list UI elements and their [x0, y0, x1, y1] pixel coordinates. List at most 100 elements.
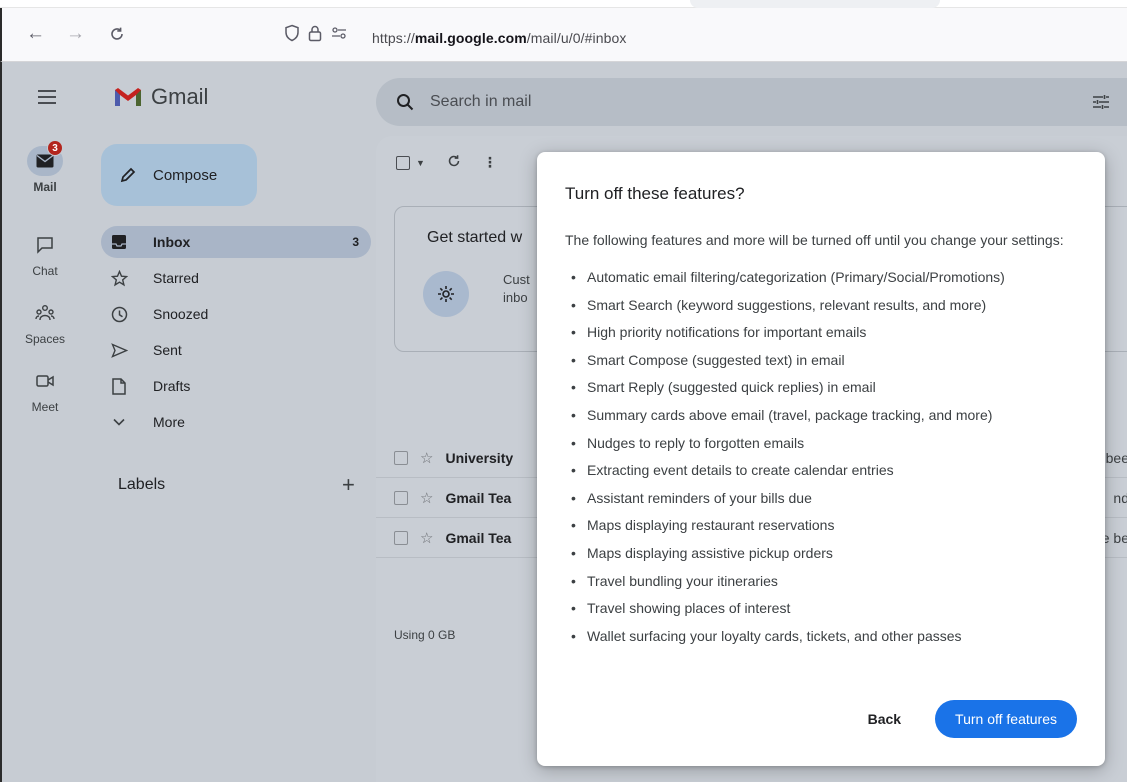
gmail-logo[interactable]: Gmail: [113, 84, 208, 110]
get-started-line-2: inbo: [503, 290, 528, 305]
sidebar-item-label: More: [153, 414, 185, 430]
chat-icon: [37, 237, 53, 254]
storage-usage: Using 0 GB: [394, 628, 456, 642]
rail-mail[interactable]: 3 Mail: [2, 140, 88, 194]
sidebar-item-label: Sent: [153, 342, 182, 358]
main-menu-icon[interactable]: [38, 90, 56, 104]
search-bar[interactable]: Search in mail: [376, 78, 1127, 126]
url-prefix: https://: [372, 30, 415, 46]
turn-off-features-button[interactable]: Turn off features: [935, 700, 1077, 738]
browser-top-strip: [0, 0, 1127, 8]
list-item: Travel showing places of interest: [565, 595, 1077, 623]
list-item: Smart Reply (suggested quick replies) in…: [565, 374, 1077, 402]
search-icon[interactable]: [396, 93, 414, 111]
list-item: Assistant reminders of your bills due: [565, 485, 1077, 513]
row-checkbox[interactable]: [394, 450, 408, 465]
search-input[interactable]: Search in mail: [430, 93, 531, 111]
row-snippet: e be: [1101, 529, 1127, 546]
list-item: High priority notifications for importan…: [565, 319, 1077, 347]
feature-list: Automatic email filtering/categorization…: [565, 264, 1077, 650]
url-domain: mail.google.com: [414, 30, 527, 46]
sidebar-item-drafts[interactable]: Drafts: [101, 370, 371, 402]
list-item: Maps displaying assistive pickup orders: [565, 540, 1077, 568]
gmail-logo-text: Gmail: [151, 84, 209, 109]
lock-icon[interactable]: [308, 24, 322, 42]
video-camera-icon: [36, 375, 54, 387]
search-options-icon[interactable]: [1091, 92, 1111, 117]
shield-icon[interactable]: [284, 24, 300, 42]
rail-spaces[interactable]: Spaces: [2, 298, 88, 346]
row-snippet: bee: [1105, 449, 1127, 466]
mail-icon: [36, 154, 54, 168]
mail-toolbar: ▼ ⋮: [396, 154, 497, 171]
forward-arrow-icon[interactable]: →: [66, 22, 85, 46]
list-item: Smart Search (keyword suggestions, relev…: [565, 292, 1077, 320]
refresh-icon[interactable]: [447, 154, 461, 171]
list-item: Maps displaying restaurant reservations: [565, 512, 1077, 540]
gmail-m-icon: [115, 88, 141, 106]
row-checkbox[interactable]: [394, 490, 408, 505]
row-sender: University: [445, 449, 514, 466]
get-started-title: Get started w: [427, 229, 523, 246]
draft-file-icon: [112, 377, 126, 395]
dialog-title: Turn off these features?: [565, 184, 745, 203]
send-icon: [110, 342, 128, 358]
sidebar-item-label: Snoozed: [153, 306, 209, 322]
clock-icon: [111, 306, 127, 322]
sidebar-item-sent[interactable]: Sent: [101, 334, 371, 366]
browser-tab-hint: [690, 0, 940, 8]
list-item: Wallet surfacing your loyalty cards, tic…: [565, 623, 1077, 651]
star-icon[interactable]: ☆: [420, 489, 433, 507]
more-options-icon[interactable]: ⋮: [483, 154, 497, 171]
back-arrow-icon[interactable]: ←: [26, 22, 45, 46]
sidebar-item-label: Inbox: [153, 234, 191, 250]
permissions-icon[interactable]: [330, 24, 348, 42]
rail-chat[interactable]: Chat: [2, 230, 88, 278]
list-item: Travel bundling your itineraries: [565, 568, 1077, 596]
sidebar-item-more[interactable]: More: [101, 406, 371, 438]
dialog-actions: Back Turn off features: [852, 700, 1077, 738]
url-path: /mail/u/0/#inbox: [526, 30, 627, 46]
sidebar-item-snoozed[interactable]: Snoozed: [101, 298, 371, 330]
spaces-icon: [35, 305, 55, 321]
sidebar-item-starred[interactable]: Starred: [101, 262, 371, 294]
list-item: Smart Compose (suggested text) in email: [565, 347, 1077, 375]
rail-chat-label: Chat: [32, 264, 58, 278]
row-sender: Gmail Tea: [445, 489, 512, 506]
star-icon[interactable]: ☆: [420, 449, 433, 467]
settings-gear-icon[interactable]: [423, 271, 469, 317]
compose-label: Compose: [153, 166, 218, 184]
inbox-count: 3: [352, 235, 359, 249]
add-label-button[interactable]: +: [342, 472, 355, 498]
sidebar: Gmail Compose Inbox 3 Starred Snoozed Se…: [88, 62, 376, 782]
address-bar[interactable]: https://mail.google.com/mail/u/0/#inbox: [372, 30, 626, 46]
select-all-checkbox[interactable]: ▼: [396, 155, 425, 170]
row-sender: Gmail Tea: [445, 529, 512, 546]
url-security-icons: [284, 24, 348, 42]
sidebar-item-label: Drafts: [153, 378, 191, 394]
list-item: Extracting event details to create calen…: [565, 457, 1077, 485]
browser-toolbar: ← → https://mail.google.com/mail/u/0/#in…: [0, 8, 1127, 62]
rail-meet[interactable]: Meet: [2, 366, 88, 414]
back-button[interactable]: Back: [852, 701, 917, 737]
sidebar-item-label: Starred: [153, 270, 199, 286]
get-started-line-1: Cust: [503, 272, 530, 287]
rail-meet-label: Meet: [31, 400, 59, 414]
compose-button[interactable]: Compose: [101, 144, 257, 206]
labels-heading: Labels: [118, 476, 166, 493]
app-rail: 3 Mail Chat Spaces Meet: [2, 62, 88, 782]
reload-icon[interactable]: [108, 22, 126, 50]
list-item: Nudges to reply to forgotten emails: [565, 430, 1077, 458]
rail-mail-label: Mail: [33, 180, 57, 194]
dialog-intro: The following features and more will be …: [565, 232, 1064, 248]
mail-badge: 3: [47, 140, 63, 156]
pencil-icon: [120, 167, 136, 183]
star-icon[interactable]: ☆: [420, 529, 433, 547]
star-icon: [110, 269, 128, 286]
row-snippet: nd: [1113, 489, 1127, 506]
sidebar-item-inbox[interactable]: Inbox 3: [101, 226, 371, 258]
get-started-text: Cust inbo: [503, 271, 530, 307]
rail-spaces-label: Spaces: [24, 332, 66, 346]
row-checkbox[interactable]: [394, 530, 408, 545]
turn-off-features-dialog: Turn off these features? The following f…: [537, 152, 1105, 766]
